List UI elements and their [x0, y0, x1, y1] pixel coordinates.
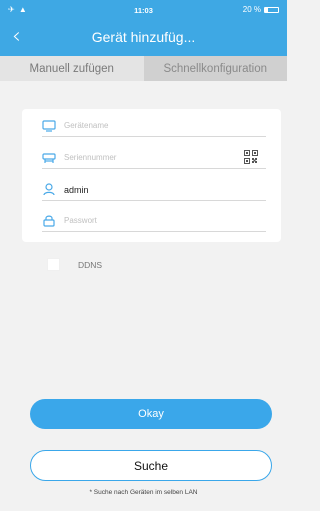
tab-quick-config[interactable]: Schnellkonfiguration	[143, 56, 287, 81]
device-name-input[interactable]	[64, 121, 204, 130]
ddns-checkbox[interactable]	[47, 258, 60, 271]
tab-bar: Manuell zufügen Schnellkonfiguration	[0, 56, 287, 81]
status-icons-right: 20 %	[243, 5, 279, 14]
username-input[interactable]	[64, 184, 204, 195]
lock-icon	[42, 214, 56, 228]
battery-icon	[264, 6, 279, 13]
okay-button[interactable]: Okay	[30, 399, 272, 429]
device-form	[22, 109, 281, 242]
ddns-option[interactable]: DDNS	[47, 258, 102, 271]
user-icon	[42, 183, 56, 197]
page-title: Gerät hinzufüg...	[91, 29, 196, 45]
password-input[interactable]	[64, 216, 204, 225]
tab-manual-add[interactable]: Manuell zufügen	[0, 56, 144, 81]
nav-bar: ‹ Gerät hinzufüg...	[0, 20, 287, 56]
search-hint: * Suche nach Geräten im selben LAN	[89, 489, 198, 496]
ddns-label: DDNS	[78, 259, 103, 270]
device-name-field	[42, 115, 266, 137]
router-icon	[42, 151, 56, 165]
monitor-icon	[42, 119, 56, 133]
status-battery-text: 20 %	[242, 5, 261, 14]
qr-code-icon[interactable]	[244, 150, 258, 169]
username-field	[42, 179, 266, 201]
password-field	[42, 210, 266, 232]
status-bar: ✈ ▲ 11:03 20 %	[0, 0, 287, 20]
search-button[interactable]: Suche	[30, 450, 272, 481]
serial-number-field	[42, 147, 266, 169]
serial-number-input[interactable]	[64, 153, 204, 162]
